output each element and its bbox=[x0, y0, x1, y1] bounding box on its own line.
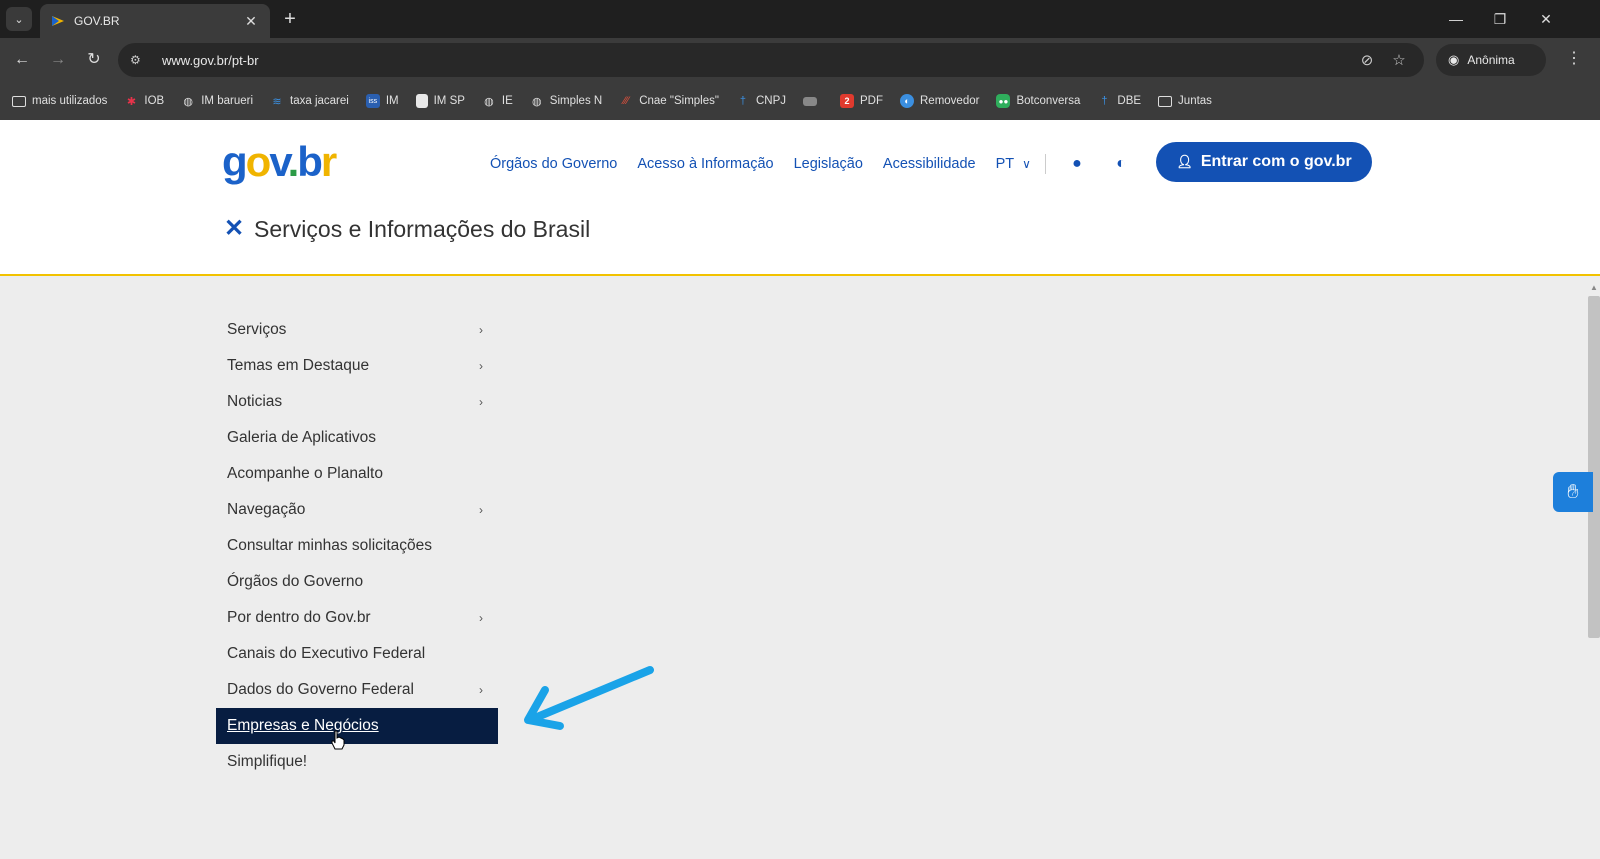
forward-icon[interactable]: → bbox=[46, 48, 70, 72]
hand-cursor-icon bbox=[330, 730, 346, 755]
pdf-icon: 2 bbox=[840, 94, 854, 108]
globe-icon: ◍ bbox=[531, 95, 542, 108]
incognito-badge[interactable]: ◉ Anônima bbox=[1436, 44, 1546, 76]
bookmarks-bar: mais utilizados ✱ IOB ◍ IM barueri ≋ taxa j… bbox=[0, 82, 1600, 120]
dagger-icon: † bbox=[1101, 95, 1108, 107]
annotation-arrow-icon bbox=[524, 666, 654, 730]
back-icon[interactable]: ← bbox=[10, 48, 34, 72]
menu-item-orgaos-governo[interactable]: Órgãos do Governo bbox=[216, 564, 498, 600]
scroll-up-icon[interactable]: ▲ bbox=[1590, 283, 1598, 292]
menu-item-simplifique[interactable]: Simplifique! bbox=[216, 744, 498, 780]
user-icon: 👤︎ bbox=[1176, 154, 1193, 169]
menu-item-por-dentro-govbr[interactable]: Por dentro do Gov.br › bbox=[216, 600, 498, 636]
chevron-right-icon: › bbox=[479, 611, 483, 625]
chevron-right-icon: › bbox=[479, 395, 483, 409]
bookmark-item[interactable] bbox=[803, 96, 823, 106]
menu-item-canais-executivo[interactable]: Canais do Executivo Federal bbox=[216, 636, 498, 672]
language-label: PT bbox=[995, 156, 1015, 172]
incognito-icon: ◉ bbox=[1448, 52, 1460, 67]
bookmark-item[interactable]: IM SP bbox=[415, 94, 465, 108]
bookmark-item[interactable]: ◍ IE bbox=[482, 94, 513, 108]
menu-item-galeria-aplicativos[interactable]: Galeria de Aplicativos bbox=[216, 420, 498, 456]
site-header: gov.br Órgãos do Governo Acesso à Inform… bbox=[0, 120, 1600, 276]
site-info-icon[interactable]: ⚙ bbox=[130, 53, 150, 67]
header-divider bbox=[1044, 154, 1046, 174]
menu-item-navegacao[interactable]: Navegação › bbox=[216, 492, 498, 528]
cookie-icon[interactable]: ● bbox=[1068, 155, 1086, 173]
tab-close-icon[interactable]: ✕ bbox=[242, 13, 260, 30]
chevron-right-icon: › bbox=[479, 359, 483, 373]
globe-icon: ◍ bbox=[484, 95, 494, 108]
remover-icon: ◐ bbox=[900, 94, 914, 108]
menu-item-noticias[interactable]: Noticias › bbox=[216, 384, 498, 420]
browser-toolbar: ← → ↻ ⚙ www.gov.br/pt-br ⊘ ☆ ◉ Anônima ⋮ bbox=[0, 38, 1600, 82]
bookmark-star-icon[interactable]: ☆ bbox=[1386, 51, 1412, 69]
govbr-favicon-icon bbox=[52, 16, 64, 26]
bookmark-item[interactable]: † CNPJ bbox=[736, 94, 786, 108]
link-orgaos-governo[interactable]: Órgãos do Governo bbox=[490, 156, 617, 172]
stripes-icon: ⁄⁄⁄ bbox=[623, 95, 629, 107]
bookmark-item[interactable]: Juntas bbox=[1158, 95, 1212, 107]
eye-off-icon[interactable]: ⊘ bbox=[1354, 51, 1380, 69]
flag-icon bbox=[803, 96, 817, 106]
bookmark-item[interactable]: ✱ IOB bbox=[124, 94, 164, 108]
address-bar[interactable]: ⚙ www.gov.br/pt-br ⊘ ☆ bbox=[118, 43, 1424, 77]
menu-item-temas-destaque[interactable]: Temas em Destaque › bbox=[216, 348, 498, 384]
bookmark-item[interactable]: ●● Botconversa bbox=[996, 94, 1080, 108]
reload-icon[interactable]: ↻ bbox=[82, 48, 106, 72]
language-selector[interactable]: PT ∨ bbox=[996, 156, 1031, 172]
menu-item-servicos[interactable]: Serviços › bbox=[216, 312, 498, 348]
chevron-right-icon: › bbox=[479, 503, 483, 517]
chevron-down-icon: ∨ bbox=[1022, 157, 1031, 171]
close-menu-icon[interactable]: ✕ bbox=[224, 214, 244, 243]
folder-icon bbox=[12, 95, 26, 107]
doc-icon bbox=[415, 94, 428, 108]
link-legislacao[interactable]: Legislação bbox=[794, 156, 863, 172]
close-window-icon[interactable]: ✕ bbox=[1526, 6, 1566, 32]
bookmark-item[interactable]: mais utilizados bbox=[12, 95, 107, 107]
restore-icon[interactable]: ❐ bbox=[1480, 6, 1520, 32]
menu-item-acompanhe-planalto[interactable]: Acompanhe o Planalto bbox=[216, 456, 498, 492]
main-menu: Serviços › Temas em Destaque › Noticias › G… bbox=[216, 312, 498, 780]
iss-icon: iss bbox=[365, 94, 380, 108]
chevron-right-icon: › bbox=[479, 683, 483, 697]
browser-titlebar: ⌄ GOV.BR ✕ + — ❐ ✕ bbox=[0, 0, 1600, 38]
page-title: Serviços e Informações do Brasil bbox=[254, 216, 591, 242]
bookmark-item[interactable]: ≋ taxa jacarei bbox=[270, 94, 348, 108]
tab-title: GOV.BR bbox=[74, 14, 120, 28]
bookmark-item[interactable]: ◍ Simples N bbox=[530, 94, 602, 108]
chevron-right-icon: › bbox=[479, 323, 483, 337]
minimize-icon[interactable]: — bbox=[1436, 6, 1476, 32]
wave-icon: ≋ bbox=[272, 95, 282, 108]
link-acesso-informacao[interactable]: Acesso à Informação bbox=[637, 156, 773, 172]
url-text[interactable]: www.gov.br/pt-br bbox=[162, 53, 1348, 68]
header-links: Órgãos do Governo Acesso à Informação Le… bbox=[490, 154, 1156, 174]
bookmark-item[interactable]: ◍ IM barueri bbox=[181, 94, 253, 108]
globe-icon: ◍ bbox=[183, 95, 194, 108]
link-acessibilidade[interactable]: Acessibilidade bbox=[883, 156, 976, 172]
browser-menu-icon[interactable]: ⋮ bbox=[1566, 48, 1582, 68]
govbr-logo[interactable]: gov.br bbox=[222, 138, 337, 186]
incognito-label: Anônima bbox=[1467, 53, 1515, 67]
folder-icon bbox=[1158, 95, 1173, 107]
vlibras-hands-icon[interactable]: ✋︎ bbox=[1553, 472, 1593, 512]
login-button[interactable]: 👤︎ Entrar com o gov.br bbox=[1156, 142, 1372, 182]
star-icon: ✱ bbox=[126, 95, 137, 108]
new-tab-button[interactable]: + bbox=[278, 8, 302, 32]
contrast-icon[interactable]: ◐ bbox=[1112, 155, 1130, 173]
browser-tab[interactable]: GOV.BR ✕ bbox=[40, 4, 270, 38]
bookmark-item[interactable]: ⁄⁄⁄ Cnae "Simples" bbox=[619, 94, 719, 108]
dagger-icon: † bbox=[739, 95, 747, 107]
menu-item-consultar-solicitacoes[interactable]: Consultar minhas solicitações bbox=[216, 528, 498, 564]
scrollbar-thumb[interactable] bbox=[1588, 296, 1600, 638]
login-label: Entrar com o gov.br bbox=[1200, 153, 1352, 170]
bookmark-item[interactable]: † DBE bbox=[1097, 94, 1141, 108]
menu-item-empresas-negocios[interactable]: Empresas e Negócios bbox=[216, 708, 498, 744]
bot-icon: ●● bbox=[996, 94, 1011, 108]
bookmark-item[interactable]: 2 PDF bbox=[840, 94, 883, 108]
menu-item-dados-governo[interactable]: Dados do Governo Federal › bbox=[216, 672, 498, 708]
bookmark-item[interactable]: iss IM bbox=[365, 94, 399, 108]
bookmark-item[interactable]: ◐ Removedor bbox=[900, 94, 979, 108]
tab-search-button[interactable]: ⌄ bbox=[6, 7, 32, 31]
